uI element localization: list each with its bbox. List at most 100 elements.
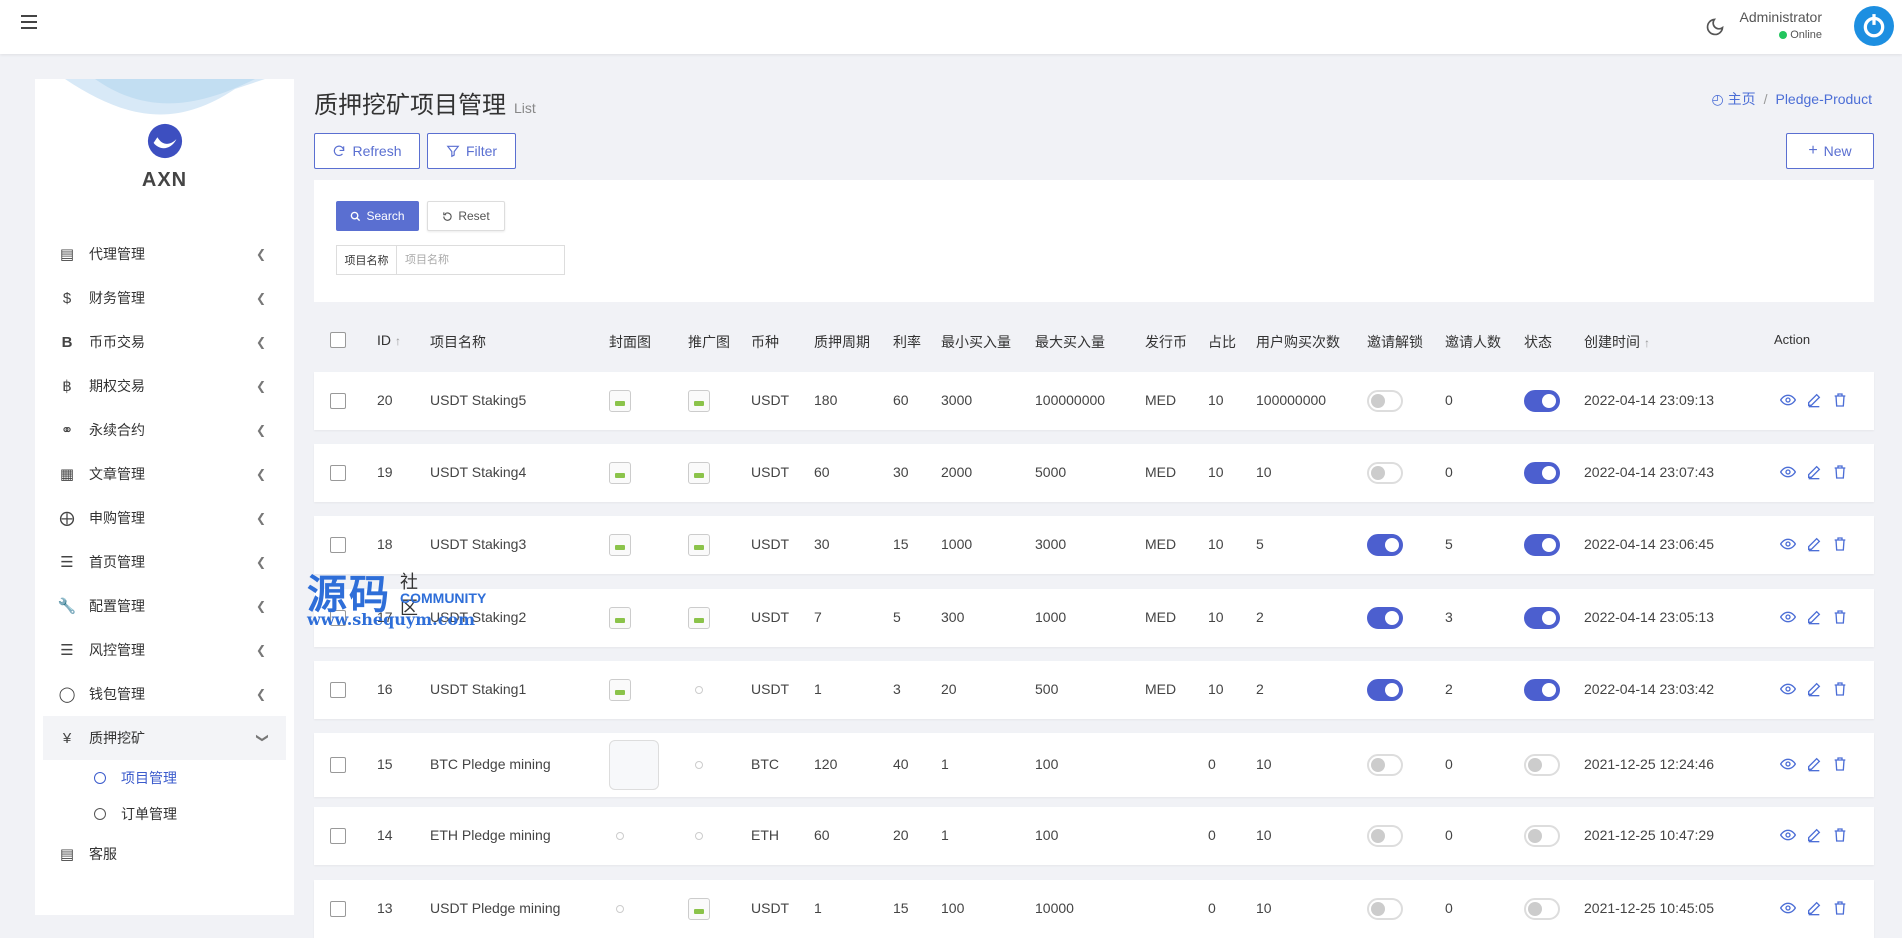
sidebar-item-config[interactable]: 🔧 配置管理 ❮ <box>35 584 294 628</box>
promo-image[interactable] <box>695 832 703 840</box>
view-eye-icon[interactable] <box>1779 536 1797 552</box>
table-row[interactable]: 18 USDT Staking3 USDT 30 15 1000 3000 MED 10 5 5 20… <box>314 516 1874 574</box>
new-button[interactable]: + New <box>1786 133 1874 169</box>
invite-unlock-toggle[interactable] <box>1367 754 1403 776</box>
cover-image[interactable] <box>609 679 631 701</box>
status-toggle[interactable] <box>1524 679 1560 701</box>
promo-image[interactable] <box>695 686 703 694</box>
edit-pencil-icon[interactable] <box>1806 609 1822 625</box>
delete-trash-icon[interactable] <box>1832 756 1848 772</box>
table-row[interactable]: 19 USDT Staking4 USDT 60 30 2000 5000 MED 10 10 0 2… <box>314 444 1874 502</box>
project-name-input[interactable] <box>397 246 564 274</box>
sidebar-item-spot[interactable]: B 币币交易 ❮ <box>35 320 294 364</box>
sidebar-item-subscription[interactable]: ⨁ 申购管理 ❮ <box>35 496 294 540</box>
delete-trash-icon[interactable] <box>1832 392 1848 408</box>
status-toggle[interactable] <box>1524 607 1560 629</box>
filter-button[interactable]: Filter <box>427 133 516 169</box>
column-header-id[interactable]: ID ↑ <box>377 332 401 348</box>
sidebar-item-perpetual[interactable]: ⚭ 永续合约 ❮ <box>35 408 294 452</box>
sidebar-item-staking[interactable]: ¥ 质押挖矿 ❮ <box>43 716 286 760</box>
edit-pencil-icon[interactable] <box>1806 756 1822 772</box>
view-eye-icon[interactable] <box>1779 464 1797 480</box>
status-toggle[interactable] <box>1524 462 1560 484</box>
logo[interactable]: AXN <box>35 122 294 192</box>
invite-unlock-toggle[interactable] <box>1367 825 1403 847</box>
table-row[interactable]: 15 BTC Pledge mining BTC 120 40 1 100 0 10 0 2021-… <box>314 733 1874 797</box>
submenu-item-orders[interactable]: 订单管理 <box>35 796 294 832</box>
cover-image[interactable] <box>616 832 624 840</box>
reset-button[interactable]: Reset <box>427 201 505 231</box>
invite-unlock-toggle[interactable] <box>1367 462 1403 484</box>
row-checkbox[interactable] <box>330 465 346 481</box>
invite-unlock-toggle[interactable] <box>1367 679 1403 701</box>
view-eye-icon[interactable] <box>1779 609 1797 625</box>
promo-image[interactable] <box>688 462 710 484</box>
submenu-item-projects[interactable]: 项目管理 <box>35 760 294 796</box>
promo-image[interactable] <box>688 898 710 920</box>
cover-image[interactable] <box>609 740 659 790</box>
view-eye-icon[interactable] <box>1779 681 1797 697</box>
admin-name[interactable]: Administrator <box>1740 9 1822 25</box>
edit-pencil-icon[interactable] <box>1806 392 1822 408</box>
cover-image[interactable] <box>609 607 631 629</box>
invite-unlock-toggle[interactable] <box>1367 898 1403 920</box>
row-checkbox[interactable] <box>330 393 346 409</box>
status-toggle[interactable] <box>1524 390 1560 412</box>
invite-unlock-toggle[interactable] <box>1367 534 1403 556</box>
row-checkbox[interactable] <box>330 757 346 773</box>
column-header-created[interactable]: 创建时间 ↑ <box>1584 332 1650 352</box>
avatar[interactable] <box>1854 6 1894 46</box>
cover-image[interactable] <box>609 462 631 484</box>
sidebar-item-risk[interactable]: ☰ 风控管理 ❮ <box>35 628 294 672</box>
table-row[interactable]: 20 USDT Staking5 USDT 180 60 3000 100000000 MED… <box>314 372 1874 430</box>
dark-mode-moon-icon[interactable] <box>1705 17 1725 37</box>
edit-pencil-icon[interactable] <box>1806 681 1822 697</box>
delete-trash-icon[interactable] <box>1832 827 1848 843</box>
search-button[interactable]: Search <box>336 201 419 231</box>
view-eye-icon[interactable] <box>1779 756 1797 772</box>
delete-trash-icon[interactable] <box>1832 609 1848 625</box>
delete-trash-icon[interactable] <box>1832 900 1848 916</box>
promo-image[interactable] <box>688 390 710 412</box>
view-eye-icon[interactable] <box>1779 827 1797 843</box>
view-eye-icon[interactable] <box>1779 900 1797 916</box>
sidebar-item-options[interactable]: ฿ 期权交易 ❮ <box>35 364 294 408</box>
row-checkbox[interactable] <box>330 682 346 698</box>
sort-arrow-icon[interactable]: ↑ <box>395 334 401 348</box>
delete-trash-icon[interactable] <box>1832 464 1848 480</box>
table-row[interactable]: 14 ETH Pledge mining ETH 60 20 1 100 0 10 0 2021-1… <box>314 807 1874 865</box>
promo-image[interactable] <box>688 534 710 556</box>
status-toggle[interactable] <box>1524 825 1560 847</box>
select-all-checkbox[interactable] <box>330 332 346 348</box>
cover-image[interactable] <box>616 905 624 913</box>
refresh-button[interactable]: Refresh <box>314 133 420 169</box>
row-checkbox[interactable] <box>330 828 346 844</box>
promo-image[interactable] <box>695 761 703 769</box>
delete-trash-icon[interactable] <box>1832 681 1848 697</box>
sidebar-item-finance[interactable]: $ 财务管理 ❮ <box>35 276 294 320</box>
sidebar-item-support[interactable]: ▤ 客服 <box>35 832 294 876</box>
edit-pencil-icon[interactable] <box>1806 464 1822 480</box>
table-row[interactable]: 13 USDT Pledge mining USDT 1 15 100 10000 0 10 0 2… <box>314 880 1874 938</box>
row-checkbox[interactable] <box>330 537 346 553</box>
status-toggle[interactable] <box>1524 898 1560 920</box>
invite-unlock-toggle[interactable] <box>1367 607 1403 629</box>
sidebar-item-agent[interactable]: ▤ 代理管理 ❮ <box>35 232 294 276</box>
edit-pencil-icon[interactable] <box>1806 536 1822 552</box>
view-eye-icon[interactable] <box>1779 392 1797 408</box>
sidebar-item-homepage[interactable]: ☰ 首页管理 ❮ <box>35 540 294 584</box>
cover-image[interactable] <box>609 390 631 412</box>
edit-pencil-icon[interactable] <box>1806 827 1822 843</box>
sort-arrow-icon[interactable]: ↑ <box>1644 336 1650 350</box>
status-toggle[interactable] <box>1524 754 1560 776</box>
breadcrumb-home[interactable]: ◴ 主页 <box>1711 91 1755 107</box>
invite-unlock-toggle[interactable] <box>1367 390 1403 412</box>
menu-toggle-icon[interactable] <box>21 15 37 29</box>
promo-image[interactable] <box>688 607 710 629</box>
status-toggle[interactable] <box>1524 534 1560 556</box>
table-row[interactable]: 17 USDT Staking2 USDT 7 5 300 1000 MED 10 2 3 2022-… <box>314 589 1874 647</box>
edit-pencil-icon[interactable] <box>1806 900 1822 916</box>
sidebar-item-articles[interactable]: ▦ 文章管理 ❮ <box>35 452 294 496</box>
sidebar-item-wallet[interactable]: ◯ 钱包管理 ❮ <box>35 672 294 716</box>
table-row[interactable]: 16 USDT Staking1 USDT 1 3 20 500 MED 10 2 2 2022-04… <box>314 661 1874 719</box>
